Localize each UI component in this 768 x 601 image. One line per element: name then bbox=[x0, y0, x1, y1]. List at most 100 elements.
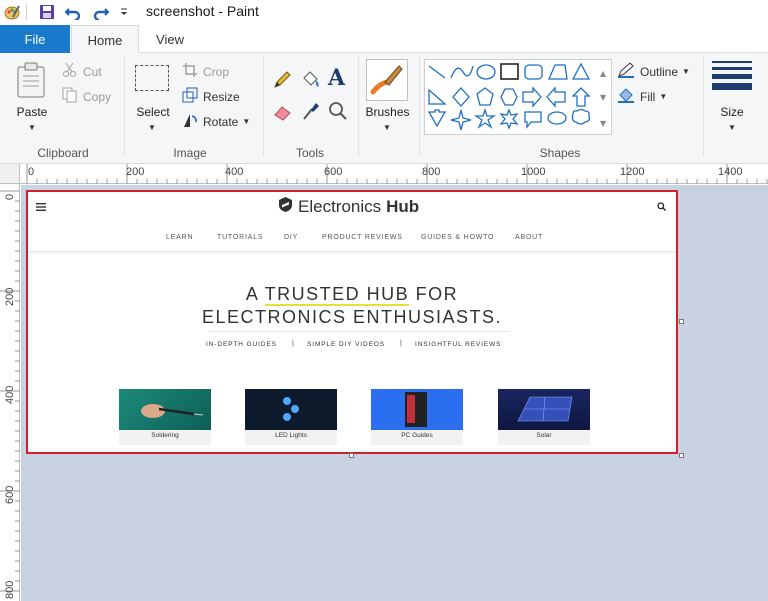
ruler-label: 800 bbox=[4, 580, 16, 599]
card-label: Solar bbox=[536, 432, 552, 439]
hero-heading-line2: ELECTRONICS ENTHUSIASTS. bbox=[201, 307, 503, 327]
text-tool-icon[interactable]: A bbox=[328, 65, 345, 91]
nav-link-tutorials[interactable]: TUTORIALS bbox=[217, 234, 263, 241]
canvas-resize-handle-corner[interactable] bbox=[679, 453, 684, 458]
brushes-dropdown-icon[interactable]: ▼ bbox=[383, 123, 391, 132]
redo-icon[interactable] bbox=[92, 3, 110, 21]
brushes-button[interactable]: Brushes bbox=[360, 105, 415, 119]
soldering-image bbox=[119, 389, 211, 430]
cut-label: Cut bbox=[83, 64, 102, 79]
select-dropdown-icon[interactable]: ▼ bbox=[148, 123, 156, 132]
hero-text: A bbox=[245, 284, 265, 304]
card-label: LED Lights bbox=[275, 432, 307, 439]
fill-icon bbox=[617, 87, 635, 106]
save-icon[interactable] bbox=[38, 3, 56, 21]
canvas-resize-handle-bottom[interactable] bbox=[349, 453, 354, 458]
logo-text-bold: Hub bbox=[386, 197, 420, 216]
hamburger-menu-icon[interactable] bbox=[36, 200, 46, 214]
rotate-button[interactable]: Rotate ▼ bbox=[182, 112, 250, 131]
shapes-gallery[interactable]: ▲ ▼ ▼ bbox=[424, 59, 612, 135]
outline-label: Outline bbox=[640, 64, 679, 79]
tagline-videos: SIMPLE DIY VIDEOS bbox=[307, 341, 386, 348]
paste-button[interactable]: Paste bbox=[12, 105, 52, 119]
image-group-label: Image bbox=[173, 146, 207, 160]
quick-access-dropdown-icon[interactable] bbox=[115, 3, 133, 21]
fill-button[interactable]: Fill ▼ bbox=[617, 87, 667, 106]
tab-file[interactable]: File bbox=[0, 25, 70, 53]
nav-link-product-reviews[interactable]: PRODUCT REVIEWS bbox=[322, 234, 403, 241]
group-divider bbox=[358, 57, 359, 157]
select-icon[interactable] bbox=[135, 65, 169, 91]
fill-bucket-icon[interactable] bbox=[300, 70, 322, 93]
card-solar[interactable]: Solar bbox=[498, 389, 590, 445]
nav-link-diy[interactable]: DIY bbox=[284, 234, 298, 241]
site-logo[interactable]: Electronics Hub bbox=[278, 196, 419, 218]
tagline-separator: | bbox=[400, 340, 402, 347]
scissors-icon bbox=[62, 62, 78, 81]
canvas-resize-handle-right[interactable] bbox=[679, 319, 684, 324]
tools-group-label: Tools bbox=[295, 146, 324, 160]
hero-divider bbox=[208, 331, 508, 332]
cut-button[interactable]: Cut bbox=[62, 62, 102, 81]
size-dropdown-icon[interactable]: ▼ bbox=[728, 123, 736, 132]
ruler-label: 600 bbox=[4, 485, 16, 504]
pencil-icon[interactable] bbox=[272, 70, 292, 93]
logo-text: Electronics bbox=[298, 197, 382, 216]
crop-button[interactable]: Crop bbox=[182, 62, 229, 81]
outline-dropdown-icon[interactable]: ▼ bbox=[682, 67, 690, 76]
magnifier-icon[interactable] bbox=[328, 101, 348, 124]
card-led-lights[interactable]: LED Lights bbox=[245, 389, 337, 445]
group-divider bbox=[124, 57, 125, 157]
tagline-reviews: INSIGHTFUL REVIEWS bbox=[415, 341, 502, 348]
resize-icon bbox=[182, 87, 198, 106]
led-lights-image bbox=[245, 389, 337, 430]
paste-icon[interactable] bbox=[16, 61, 48, 102]
select-button[interactable]: Select bbox=[130, 105, 176, 119]
nav-link-guides-howto[interactable]: GUIDES & HOWTO bbox=[421, 234, 494, 241]
horizontal-ruler: 0 200 400 600 800 1000 1200 1400 bbox=[20, 164, 768, 184]
copy-icon bbox=[62, 87, 78, 106]
image-canvas[interactable]: Electronics Hub LEARN TUTORIALS DIY PROD… bbox=[26, 190, 678, 454]
size-button[interactable]: Size bbox=[708, 105, 756, 119]
shield-logo-icon bbox=[278, 196, 293, 218]
ruler-label: 400 bbox=[225, 166, 244, 178]
ruler-label: 1000 bbox=[521, 166, 546, 178]
rotate-dropdown-icon[interactable]: ▼ bbox=[242, 117, 250, 126]
group-divider bbox=[419, 57, 420, 157]
ruler-label: 1200 bbox=[620, 166, 645, 178]
titlebar-separator bbox=[26, 4, 27, 20]
resize-button[interactable]: Resize bbox=[182, 87, 240, 106]
hero-highlight: TRUSTED HUB bbox=[264, 284, 410, 306]
paste-dropdown-icon[interactable]: ▼ bbox=[28, 123, 36, 132]
rotate-label: Rotate bbox=[203, 114, 239, 129]
paint-app-icon[interactable] bbox=[3, 3, 21, 21]
nav-link-learn[interactable]: LEARN bbox=[166, 234, 193, 241]
shapes-group-label: Shapes bbox=[539, 146, 581, 160]
ruler-label: 1400 bbox=[718, 166, 743, 178]
outline-icon bbox=[617, 62, 635, 81]
card-pc-guides[interactable]: PC Guides bbox=[371, 389, 463, 445]
title-bar: screenshot - Paint bbox=[0, 0, 768, 24]
site-search-icon[interactable] bbox=[657, 200, 666, 214]
svg-text:▼: ▼ bbox=[600, 119, 607, 128]
copy-button[interactable]: Copy bbox=[62, 87, 111, 106]
ruler-label: 0 bbox=[28, 166, 35, 178]
fill-dropdown-icon[interactable]: ▼ bbox=[659, 92, 667, 101]
line-size-icon[interactable] bbox=[712, 61, 752, 98]
canvas-workspace[interactable]: Electronics Hub LEARN TUTORIALS DIY PROD… bbox=[21, 185, 768, 601]
tab-view[interactable]: View bbox=[145, 25, 195, 53]
outline-button[interactable]: Outline ▼ bbox=[617, 62, 690, 81]
brush-icon[interactable] bbox=[366, 59, 408, 101]
eraser-icon[interactable] bbox=[272, 103, 294, 124]
svg-text:▼: ▼ bbox=[600, 93, 607, 102]
tab-home[interactable]: Home bbox=[71, 25, 139, 54]
nav-link-about[interactable]: ABOUT bbox=[515, 234, 543, 241]
card-soldering[interactable]: Soldering bbox=[119, 389, 211, 445]
ruler-label: 400 bbox=[4, 385, 16, 404]
copy-label: Copy bbox=[83, 89, 112, 104]
tagline-guides: IN-DEPTH GUIDES bbox=[206, 341, 277, 348]
solar-image bbox=[498, 389, 590, 430]
color-picker-icon[interactable] bbox=[302, 101, 320, 124]
ruler-corner bbox=[0, 164, 20, 184]
undo-icon[interactable] bbox=[64, 3, 82, 21]
